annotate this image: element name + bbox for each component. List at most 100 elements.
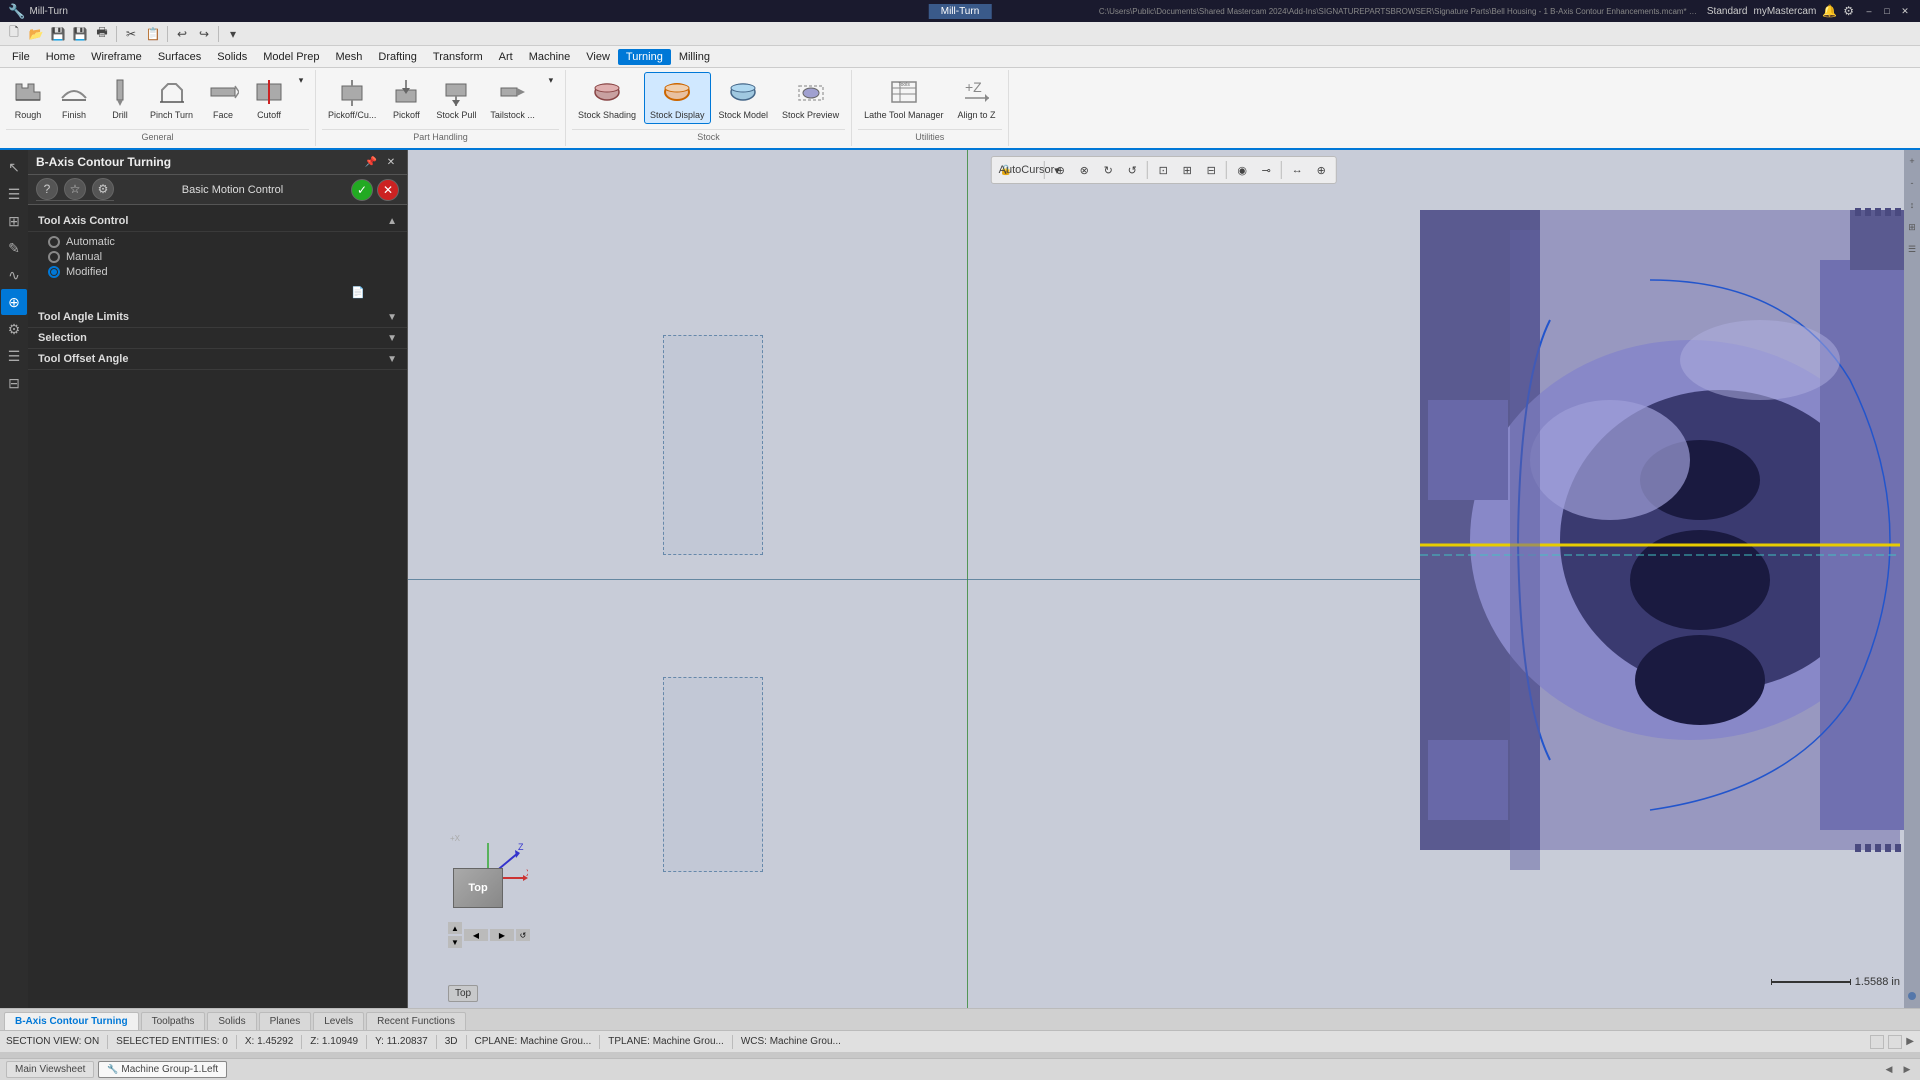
vp-btn-autocursor[interactable]: AutoCursor ▾: [1018, 159, 1040, 181]
rs-icon-4[interactable]: ⊞: [1905, 220, 1919, 234]
btab-solids[interactable]: Solids: [207, 1012, 256, 1030]
qa-new[interactable]: 🗋: [4, 24, 24, 44]
rs-icon-2[interactable]: -: [1905, 176, 1919, 190]
ribbon-btn-stock-model[interactable]: Stock Model: [713, 72, 775, 124]
qa-print[interactable]: 🖶: [92, 24, 112, 44]
menu-turning[interactable]: Turning: [618, 49, 671, 65]
radio-automatic[interactable]: Automatic: [48, 236, 387, 248]
menu-transform[interactable]: Transform: [425, 49, 491, 65]
sidebar-icon-active[interactable]: ⊕: [1, 289, 27, 315]
btab-planes[interactable]: Planes: [259, 1012, 312, 1030]
settings-icon[interactable]: ⚙: [1843, 4, 1854, 18]
vp-btn-2[interactable]: ⊗: [1073, 159, 1095, 181]
gizmo-right[interactable]: ▶: [490, 929, 514, 941]
ribbon-btn-pickoff[interactable]: Pickoff: [384, 72, 428, 124]
qa-open[interactable]: 📂: [26, 24, 46, 44]
sidebar-icon-toolpath[interactable]: ☰: [1, 181, 27, 207]
btab-b-axis[interactable]: B-Axis Contour Turning: [4, 1012, 139, 1030]
ribbon-btn-pinch-turn[interactable]: Pinch Turn: [144, 72, 199, 124]
qa-save[interactable]: 💾: [48, 24, 68, 44]
menu-surfaces[interactable]: Surfaces: [150, 49, 209, 65]
section-tool-axis-control[interactable]: Tool Axis Control ▲: [28, 211, 407, 232]
rs-icon-5[interactable]: ☰: [1905, 242, 1919, 256]
btab-toolpaths[interactable]: Toolpaths: [141, 1012, 206, 1030]
qa-undo[interactable]: ↩: [172, 24, 192, 44]
sidebar-icon-gear[interactable]: ⚙: [1, 316, 27, 342]
ribbon-btn-more-ph[interactable]: ▾: [543, 72, 559, 89]
menu-file[interactable]: File: [4, 49, 38, 65]
menu-solids[interactable]: Solids: [209, 49, 255, 65]
mg-tab-machine-group[interactable]: 🔧 Machine Group-1.Left: [98, 1061, 227, 1078]
ribbon-btn-stock-preview[interactable]: Stock Preview: [776, 72, 845, 124]
sidebar-icon-layers[interactable]: ⊞: [1, 208, 27, 234]
sidebar-icon-grid[interactable]: ⊟: [1, 370, 27, 396]
sidebar-icon-list[interactable]: ☰: [1, 343, 27, 369]
section-tool-offset-angle[interactable]: Tool Offset Angle ▼: [28, 349, 407, 370]
vp-btn-6[interactable]: ⊞: [1176, 159, 1198, 181]
gizmo-down[interactable]: ▼: [448, 936, 462, 948]
menu-view[interactable]: View: [578, 49, 618, 65]
ribbon-btn-pickoff-cu[interactable]: Pickoff/Cu...: [322, 72, 382, 124]
sidebar-icon-arrow[interactable]: ↖: [1, 154, 27, 180]
ribbon-btn-align-to-z[interactable]: +Z Align to Z: [951, 72, 1001, 124]
qa-more[interactable]: ▾: [223, 24, 243, 44]
status-btn-1[interactable]: [1870, 1035, 1884, 1049]
menu-art[interactable]: Art: [491, 49, 521, 65]
radio-manual[interactable]: Manual: [48, 251, 387, 263]
panel-cancel-button[interactable]: ✕: [377, 179, 399, 201]
qa-save-all[interactable]: 💾: [70, 24, 90, 44]
mg-scroll-left[interactable]: ◀: [1882, 1063, 1896, 1077]
rs-icon-1[interactable]: +: [1905, 154, 1919, 168]
menu-home[interactable]: Home: [38, 49, 83, 65]
vp-btn-10[interactable]: ↔: [1286, 159, 1308, 181]
sidebar-icon-edit[interactable]: ✎: [1, 235, 27, 261]
status-btn-2[interactable]: [1888, 1035, 1902, 1049]
gizmo-left[interactable]: ◀: [464, 929, 488, 941]
view-label-btn[interactable]: Top: [448, 985, 478, 1002]
ribbon-btn-more-general[interactable]: ▾: [293, 72, 309, 89]
panel-ok-button[interactable]: ✓: [351, 179, 373, 201]
menu-machine[interactable]: Machine: [521, 49, 579, 65]
btab-levels[interactable]: Levels: [313, 1012, 364, 1030]
view-cube[interactable]: Top: [453, 868, 503, 908]
sidebar-icon-curve[interactable]: ∿: [1, 262, 27, 288]
section-tool-angle-limits[interactable]: Tool Angle Limits ▼: [28, 307, 407, 328]
minimize-button[interactable]: –: [1862, 4, 1876, 18]
panel-settings-button[interactable]: ⚙: [92, 178, 114, 200]
ribbon-btn-tailstock[interactable]: Tailstock ...: [484, 72, 541, 124]
menu-wireframe[interactable]: Wireframe: [83, 49, 150, 65]
section-selection[interactable]: Selection ▼: [28, 328, 407, 349]
ribbon-btn-finish[interactable]: Finish: [52, 72, 96, 124]
panel-bookmark-button[interactable]: ☆: [64, 178, 86, 200]
gizmo-rotate[interactable]: ↺: [516, 929, 530, 941]
maximize-button[interactable]: □: [1880, 4, 1894, 18]
ribbon-btn-drill[interactable]: Drill: [98, 72, 142, 124]
mg-scroll-right[interactable]: ▶: [1900, 1063, 1914, 1077]
modified-file-icon[interactable]: 📄: [349, 283, 367, 301]
notification-icon[interactable]: 🔔: [1822, 4, 1837, 18]
ribbon-btn-rough[interactable]: Rough: [6, 72, 50, 124]
vp-btn-11[interactable]: ⊕: [1310, 159, 1332, 181]
qa-copy[interactable]: 📋: [143, 24, 163, 44]
qa-cut[interactable]: ✂: [121, 24, 141, 44]
ribbon-btn-cutoff[interactable]: Cutoff: [247, 72, 291, 124]
mg-tab-main-viewsheet[interactable]: Main Viewsheet: [6, 1061, 94, 1078]
radio-modified[interactable]: Modified: [48, 266, 387, 278]
vp-btn-8[interactable]: ◉: [1231, 159, 1253, 181]
menu-milling[interactable]: Milling: [671, 49, 718, 65]
ribbon-btn-stock-shading[interactable]: Stock Shading: [572, 72, 642, 124]
menu-model-prep[interactable]: Model Prep: [255, 49, 327, 65]
menu-mesh[interactable]: Mesh: [327, 49, 370, 65]
vp-btn-1[interactable]: ⊕: [1049, 159, 1071, 181]
vp-btn-9[interactable]: ⊸: [1255, 159, 1277, 181]
ribbon-btn-stock-pull[interactable]: Stock Pull: [430, 72, 482, 124]
qa-redo[interactable]: ↪: [194, 24, 214, 44]
panel-help-button[interactable]: ?: [36, 178, 58, 200]
ribbon-btn-lathe-tool-manager[interactable]: Tools Lathe Tool Manager: [858, 72, 949, 124]
ribbon-btn-stock-display[interactable]: Stock Display: [644, 72, 711, 124]
vp-btn-3[interactable]: ↻: [1097, 159, 1119, 181]
vp-btn-5[interactable]: ⊡: [1152, 159, 1174, 181]
btab-recent-functions[interactable]: Recent Functions: [366, 1012, 466, 1030]
panel-close-button[interactable]: ✕: [383, 154, 399, 170]
vp-btn-7[interactable]: ⊟: [1200, 159, 1222, 181]
